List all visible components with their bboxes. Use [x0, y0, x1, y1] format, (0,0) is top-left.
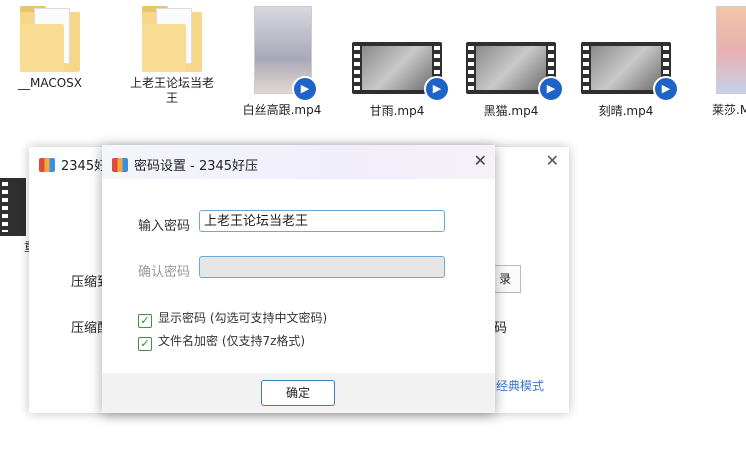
classic-mode-link[interactable]: 经典模式 — [496, 377, 544, 394]
file-label: __MACOSX — [17, 76, 82, 90]
video-thumbnail: ▶ — [352, 42, 450, 102]
desktop-item-video-baisi[interactable]: ▶ 白丝高跟.mp4 — [232, 6, 332, 118]
checkmark-icon: ✓ — [138, 314, 152, 328]
confirm-label: 确认密码 — [138, 265, 191, 280]
file-label: 上老王论坛当老王 — [129, 76, 214, 105]
desktop-item-macosx[interactable]: __MACOSX — [0, 6, 100, 91]
password-input[interactable]: 上老王论坛当老王 — [199, 210, 445, 232]
file-label: 甘雨.mp4 — [369, 104, 425, 118]
password-dialog: 密码设置 - 2345好压 ✕ 输入密码 上老王论坛当老王 确认密码 ✓ 显示密码… — [102, 145, 495, 413]
window-title: 2345好 — [39, 155, 107, 174]
video-thumbnail — [716, 6, 746, 94]
password-label: 输入密码 — [138, 219, 191, 234]
desktop-item-video-lisha[interactable]: 莱莎.M — [700, 6, 746, 118]
show-password-checkbox[interactable]: ✓ 显示密码 (勾选可支持中文密码) — [138, 309, 327, 328]
video-thumbnail: ▶ — [581, 42, 679, 102]
dialog-title: 密码设置 - 2345好压 — [112, 155, 258, 174]
password-link-partial[interactable]: 码 — [494, 317, 507, 336]
play-icon: ▶ — [653, 76, 679, 102]
checkmark-icon: ✓ — [138, 337, 152, 351]
desktop-item-video-heimao[interactable]: ▶ 黑猫.mp4 — [461, 6, 564, 119]
close-icon[interactable]: ✕ — [474, 151, 487, 170]
video-thumbnail: ▶ — [466, 42, 564, 102]
desktop-item-video-keqing[interactable]: ▶ 刻晴.mp4 — [576, 6, 679, 119]
file-label: 白丝高跟.mp4 — [242, 103, 322, 117]
file-label: 黑猫.mp4 — [483, 104, 539, 118]
password-row: 输入密码 — [138, 215, 196, 234]
file-label: 刻晴.mp4 — [598, 104, 654, 118]
dialog-titlebar: 密码设置 - 2345好压 ✕ — [102, 145, 495, 179]
confirm-row: 确认密码 — [138, 261, 196, 280]
video-thumbnail: ▶ — [254, 6, 318, 102]
encrypt-filenames-checkbox[interactable]: ✓ 文件名加密 (仅支持7z格式) — [138, 332, 305, 351]
desktop-item-video-ganyu[interactable]: ▶ 甘雨.mp4 — [347, 6, 450, 119]
play-icon: ▶ — [538, 76, 564, 102]
app-logo-icon — [112, 158, 128, 172]
ok-button[interactable]: 确定 — [261, 380, 335, 406]
play-icon: ▶ — [424, 76, 450, 102]
play-icon: ▶ — [292, 76, 318, 102]
confirm-password-input[interactable] — [199, 256, 445, 278]
desktop-item-folder[interactable]: 上老王论坛当老王 — [117, 6, 227, 106]
app-logo-icon — [39, 158, 55, 172]
video-thumbnail-partial[interactable] — [0, 178, 26, 236]
file-label: 莱莎.M — [712, 103, 746, 117]
folder-icon — [142, 6, 202, 72]
close-icon[interactable]: ✕ — [546, 151, 559, 170]
folder-icon — [20, 6, 80, 72]
